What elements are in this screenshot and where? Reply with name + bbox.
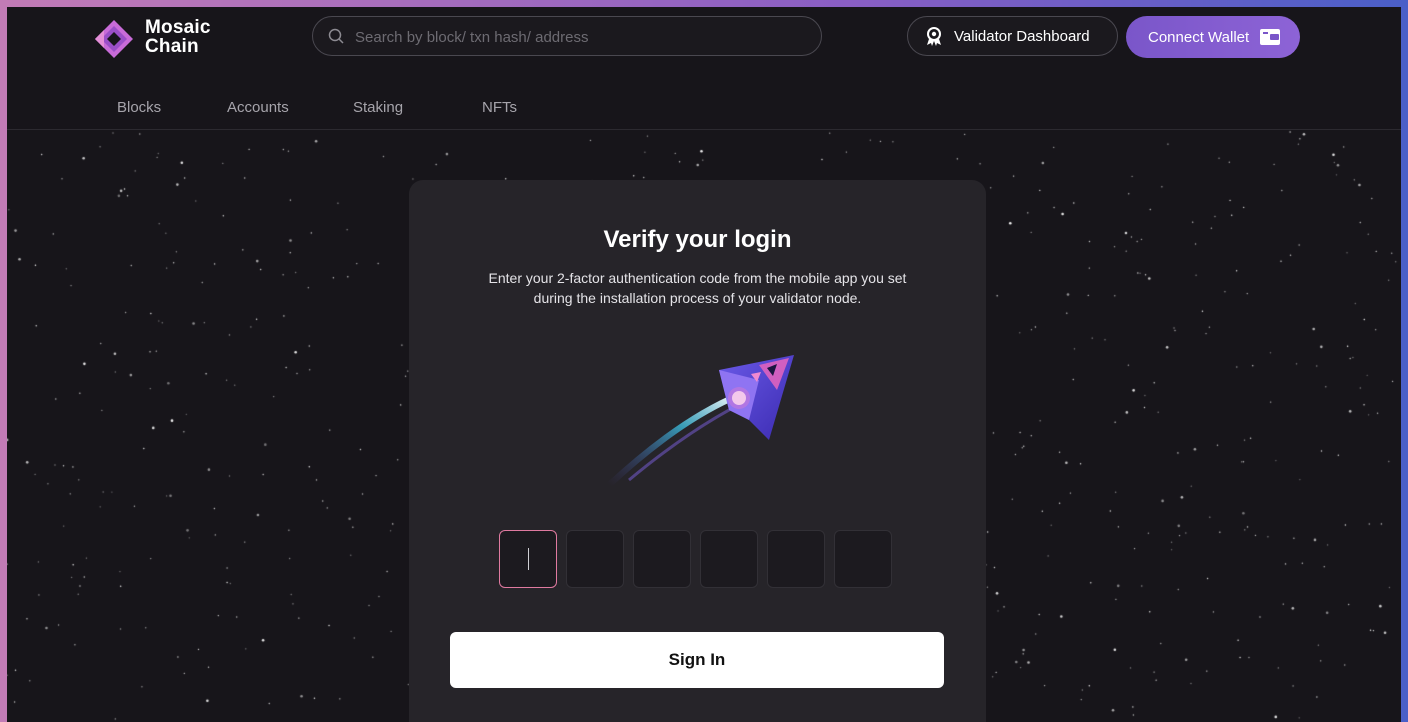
validator-dashboard-label: Validator Dashboard (954, 27, 1090, 45)
verify-description-line-1: Enter your 2-factor authentication code … (488, 270, 907, 286)
otp-digit-5[interactable] (767, 530, 825, 588)
text-caret (528, 548, 529, 570)
nav-item-staking[interactable]: Staking (353, 99, 403, 116)
sign-in-button[interactable]: Sign In (450, 632, 944, 688)
otp-digit-4[interactable] (700, 530, 758, 588)
verify-description: Enter your 2-factor authentication code … (449, 268, 946, 308)
verify-title: Verify your login (603, 226, 792, 253)
rocket-ship-illustration (606, 355, 794, 488)
brand-name: Mosaic Chain (145, 18, 211, 56)
user-badge-icon (927, 27, 941, 46)
validator-dashboard-button[interactable]: Validator Dashboard (907, 16, 1118, 56)
connect-wallet-button[interactable]: Connect Wallet (1126, 16, 1300, 58)
otp-digit-1[interactable] (499, 530, 557, 588)
search-icon (328, 28, 344, 44)
app-root: Mosaic Chain Validator Dashboard Connect… (7, 7, 1401, 722)
top-header: Mosaic Chain Validator Dashboard Connect… (7, 7, 1401, 130)
brand-logo[interactable]: Mosaic Chain (93, 15, 243, 59)
connect-wallet-label: Connect Wallet (1148, 28, 1250, 46)
otp-digit-6[interactable] (834, 530, 892, 588)
otp-digit-3[interactable] (633, 530, 691, 588)
mosaic-logo-icon (95, 20, 133, 58)
nav-item-accounts[interactable]: Accounts (227, 99, 289, 116)
verify-login-card: Verify your login Enter your 2-factor au… (409, 180, 986, 722)
otp-code-inputs (499, 530, 899, 590)
nav-item-blocks[interactable]: Blocks (117, 99, 161, 116)
verify-description-line-2: during the installation process of your … (533, 290, 862, 306)
main-nav: Blocks Accounts Staking NFTs (7, 99, 1401, 127)
search-input[interactable] (353, 17, 807, 57)
otp-digit-2[interactable] (566, 530, 624, 588)
search-bar[interactable] (312, 16, 822, 57)
brand-line-1: Mosaic (145, 17, 211, 38)
brand-line-2: Chain (145, 36, 199, 57)
wallet-icon (1260, 29, 1281, 45)
nav-item-nfts[interactable]: NFTs (482, 99, 517, 116)
